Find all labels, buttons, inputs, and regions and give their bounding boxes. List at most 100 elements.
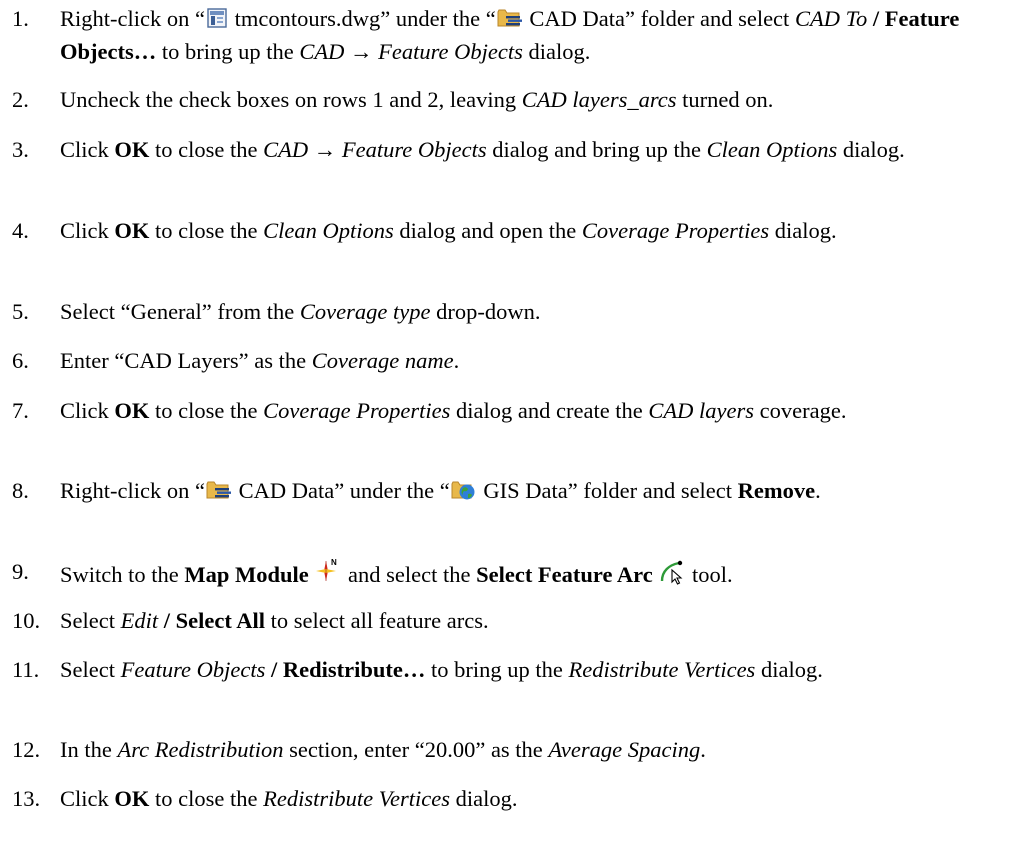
body-text: Switch to the (60, 562, 185, 587)
body-text: GIS Data” folder and select (477, 478, 738, 503)
body-text: to select all feature arcs. (264, 608, 489, 633)
body-text: turned on. (676, 87, 774, 112)
body-text: to close the (149, 137, 264, 162)
step-number: 12. (12, 737, 41, 762)
emphasis-text: Average Spacing (548, 737, 701, 762)
bold-text: OK (114, 137, 150, 162)
body-text: Right-click on “ (60, 478, 205, 503)
step-text: Right-click on “ CAD Data” under the “ G… (60, 476, 940, 509)
body-text: Right-click on “ (60, 6, 205, 31)
step-number: 11. (12, 657, 40, 682)
gis-folder-icon (451, 479, 477, 509)
emphasis-text: CAD → Feature Objects (263, 137, 487, 162)
bold-text: OK (114, 786, 150, 811)
step-number: 1. (12, 6, 29, 31)
bold-text: / (158, 608, 176, 633)
emphasis-text: Coverage Properties (581, 218, 770, 243)
emphasis-text: CAD layers_arcs (521, 87, 677, 112)
body-text: tmcontours.dwg” under the “ (228, 6, 496, 31)
body-text: Select “General” from the (60, 299, 300, 324)
emphasis-text: CAD To (794, 6, 868, 31)
body-text (309, 562, 315, 587)
body-text: Select (60, 608, 121, 633)
step-number: 4. (12, 218, 29, 243)
body-text: Enter “CAD Layers” as the (60, 348, 312, 373)
step-number: 5. (12, 299, 29, 324)
body-text: Click (60, 786, 115, 811)
bold-text: / (265, 657, 283, 682)
body-text: CAD Data” folder and select (523, 6, 795, 31)
body-text: section, enter “20.00” as the (283, 737, 549, 762)
bold-text: Select All (175, 608, 265, 633)
bold-text: OK (114, 218, 150, 243)
map-module-icon: N (315, 557, 341, 593)
emphasis-text: CAD → Feature Objects (299, 39, 523, 64)
body-text: In the (60, 737, 118, 762)
step-text: Uncheck the check boxes on rows 1 and 2,… (60, 85, 1011, 115)
step-number: 3. (12, 137, 29, 162)
step-number: 10. (12, 608, 41, 633)
cad-folder-icon (497, 7, 523, 37)
body-text: CAD Data” under the “ (232, 478, 450, 503)
emphasis-text: Feature Objects (120, 657, 266, 682)
body-text: Click (60, 218, 115, 243)
emphasis-text: Arc Redistribution (117, 737, 284, 762)
bold-text: / (867, 6, 885, 31)
step-number: 13. (12, 786, 41, 811)
step-text: In the Arc Redistribution section, enter… (60, 735, 1011, 765)
step-number: 7. (12, 398, 29, 423)
body-text: to bring up the (156, 39, 300, 64)
emphasis-text: Redistribute Vertices (263, 786, 450, 811)
emphasis-text: Edit (120, 608, 159, 633)
step-number: 6. (12, 348, 29, 373)
body-text: dialog and open the (393, 218, 582, 243)
body-text: dialog. (755, 657, 823, 682)
emphasis-text: Redistribute Vertices (568, 657, 756, 682)
step-text: Select “General” from the Coverage type … (60, 297, 1011, 327)
body-text: coverage. (754, 398, 847, 423)
body-text: to close the (149, 786, 264, 811)
emphasis-text: Clean Options (263, 218, 394, 243)
svg-text:N: N (331, 558, 337, 567)
body-text: . (700, 737, 706, 762)
step-text: Switch to the Map Module N and select th… (60, 557, 1011, 593)
step-text: Select Edit / Select All to select all f… (60, 606, 1011, 636)
step-text: Select Feature Objects / Redistribute… t… (60, 655, 960, 685)
step-number: 8. (12, 478, 29, 503)
step-text: Click OK to close the Coverage Propertie… (60, 396, 960, 426)
emphasis-text: Coverage name (311, 348, 454, 373)
body-text: dialog and create the (450, 398, 649, 423)
instruction-steps: 1. Right-click on “ tmcontours.dwg” unde… (0, 0, 1011, 857)
body-text: . (815, 478, 821, 503)
body-text: tool. (686, 562, 733, 587)
step-text: Click OK to close the Redistribute Verti… (60, 784, 1011, 814)
body-text: dialog. (769, 218, 837, 243)
body-text: and select the (342, 562, 477, 587)
step-text: Click OK to close the CAD → Feature Obje… (60, 135, 970, 165)
body-text: dialog and bring up the (486, 137, 707, 162)
body-text: dialog. (449, 786, 518, 811)
body-text: Click (60, 398, 115, 423)
step-text: Right-click on “ tmcontours.dwg” under t… (60, 4, 1000, 67)
body-text: Click (60, 137, 115, 162)
step-number: 2. (12, 87, 29, 112)
bold-text: Remove (737, 478, 816, 503)
select-arc-icon (659, 559, 685, 593)
bold-text: Redistribute… (282, 657, 426, 682)
body-text: Select (60, 657, 121, 682)
step-text: Click OK to close the Clean Options dial… (60, 216, 970, 246)
body-text: dialog. (522, 39, 591, 64)
body-text: drop-down. (430, 299, 541, 324)
emphasis-text: Coverage Properties (263, 398, 451, 423)
body-text: Uncheck the check boxes on rows 1 and 2,… (60, 87, 522, 112)
step-text: Enter “CAD Layers” as the Coverage name. (60, 346, 1011, 376)
body-text: to close the (149, 218, 264, 243)
body-text: dialog. (837, 137, 905, 162)
body-text (653, 562, 659, 587)
emphasis-text: Coverage type (299, 299, 431, 324)
body-text: . (453, 348, 460, 373)
bold-text: Select Feature Arc (476, 562, 653, 587)
cad-folder-icon (206, 479, 232, 509)
step-number: 9. (12, 559, 29, 584)
body-text: to bring up the (425, 657, 569, 682)
